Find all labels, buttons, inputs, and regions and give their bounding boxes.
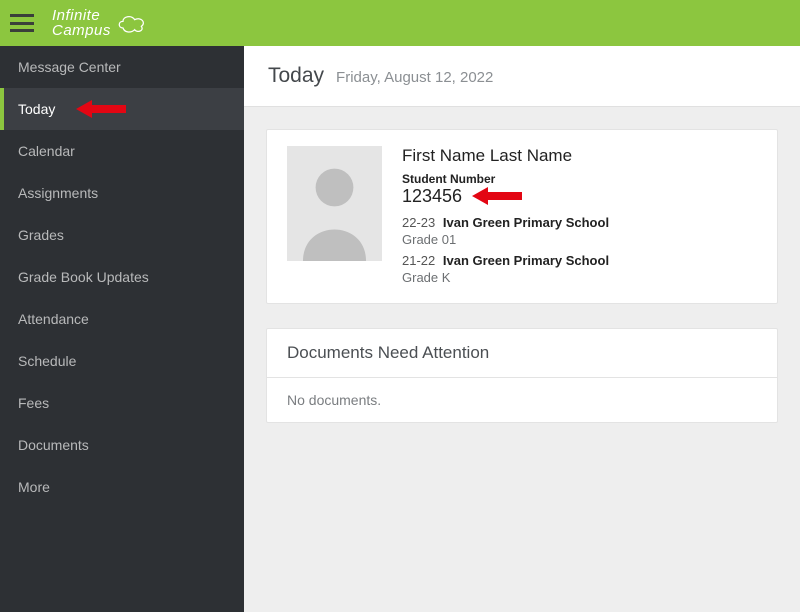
sidebar-item-grades[interactable]: Grades (0, 214, 244, 256)
sidebar-item-fees[interactable]: Fees (0, 382, 244, 424)
documents-empty: No documents. (267, 378, 777, 422)
enrollment-school: Ivan Green Primary School (443, 253, 609, 268)
sidebar-item-attendance[interactable]: Attendance (0, 298, 244, 340)
profile-info: First Name Last Name Student Number 1234… (402, 146, 757, 285)
student-number-row: 123456 (402, 186, 757, 207)
sidebar-item-label: Message Center (18, 59, 121, 75)
enrollment-years: 22-23 (402, 215, 435, 230)
sidebar: Message Center Today Calendar Assignment… (0, 46, 244, 612)
sidebar-item-label: Schedule (18, 353, 76, 369)
content: First Name Last Name Student Number 1234… (244, 107, 800, 445)
sidebar-item-documents[interactable]: Documents (0, 424, 244, 466)
sidebar-item-label: Fees (18, 395, 49, 411)
sidebar-item-label: Assignments (18, 185, 98, 201)
sidebar-item-calendar[interactable]: Calendar (0, 130, 244, 172)
sidebar-item-label: More (18, 479, 50, 495)
student-number: 123456 (402, 186, 462, 206)
topbar: Infinite Campus (0, 0, 800, 46)
enrollment-row: 21-22 Ivan Green Primary School Grade K (402, 253, 757, 285)
menu-icon[interactable] (10, 14, 34, 32)
enrollment-years: 21-22 (402, 253, 435, 268)
page-date: Friday, August 12, 2022 (336, 69, 493, 86)
sidebar-item-label: Calendar (18, 143, 75, 159)
enrollment-row: 22-23 Ivan Green Primary School Grade 01 (402, 215, 757, 247)
enrollment-school: Ivan Green Primary School (443, 215, 609, 230)
sidebar-item-assignments[interactable]: Assignments (0, 172, 244, 214)
student-name: First Name Last Name (402, 146, 757, 166)
avatar (287, 146, 382, 261)
page-header: Today Friday, August 12, 2022 (244, 46, 800, 107)
student-number-label: Student Number (402, 172, 757, 186)
page-title: Today (268, 64, 324, 88)
sidebar-item-message-center[interactable]: Message Center (0, 46, 244, 88)
enrollment-grade: Grade K (402, 270, 757, 285)
annotation-arrow-icon (76, 98, 126, 120)
main: Today Friday, August 12, 2022 First Name… (244, 46, 800, 612)
brand-line2: Campus (52, 23, 111, 38)
sidebar-item-label: Documents (18, 437, 89, 453)
brand-line1: Infinite (52, 8, 111, 23)
sidebar-item-label: Attendance (18, 311, 89, 327)
person-icon (292, 156, 377, 261)
documents-header: Documents Need Attention (267, 329, 777, 378)
enrollment-grade: Grade 01 (402, 232, 757, 247)
documents-card: Documents Need Attention No documents. (266, 328, 778, 423)
app-root: Infinite Campus Message Center Today Cal… (0, 0, 800, 612)
sidebar-item-today[interactable]: Today (0, 88, 244, 130)
annotation-arrow-icon (472, 186, 522, 206)
sidebar-item-label: Today (18, 101, 55, 117)
sidebar-item-label: Grade Book Updates (18, 269, 149, 285)
cloud-icon (115, 13, 151, 33)
body: Message Center Today Calendar Assignment… (0, 46, 800, 612)
sidebar-item-label: Grades (18, 227, 64, 243)
sidebar-item-schedule[interactable]: Schedule (0, 340, 244, 382)
student-card: First Name Last Name Student Number 1234… (266, 129, 778, 304)
sidebar-item-grade-book-updates[interactable]: Grade Book Updates (0, 256, 244, 298)
brand-logo[interactable]: Infinite Campus (52, 8, 151, 38)
sidebar-item-more[interactable]: More (0, 466, 244, 508)
